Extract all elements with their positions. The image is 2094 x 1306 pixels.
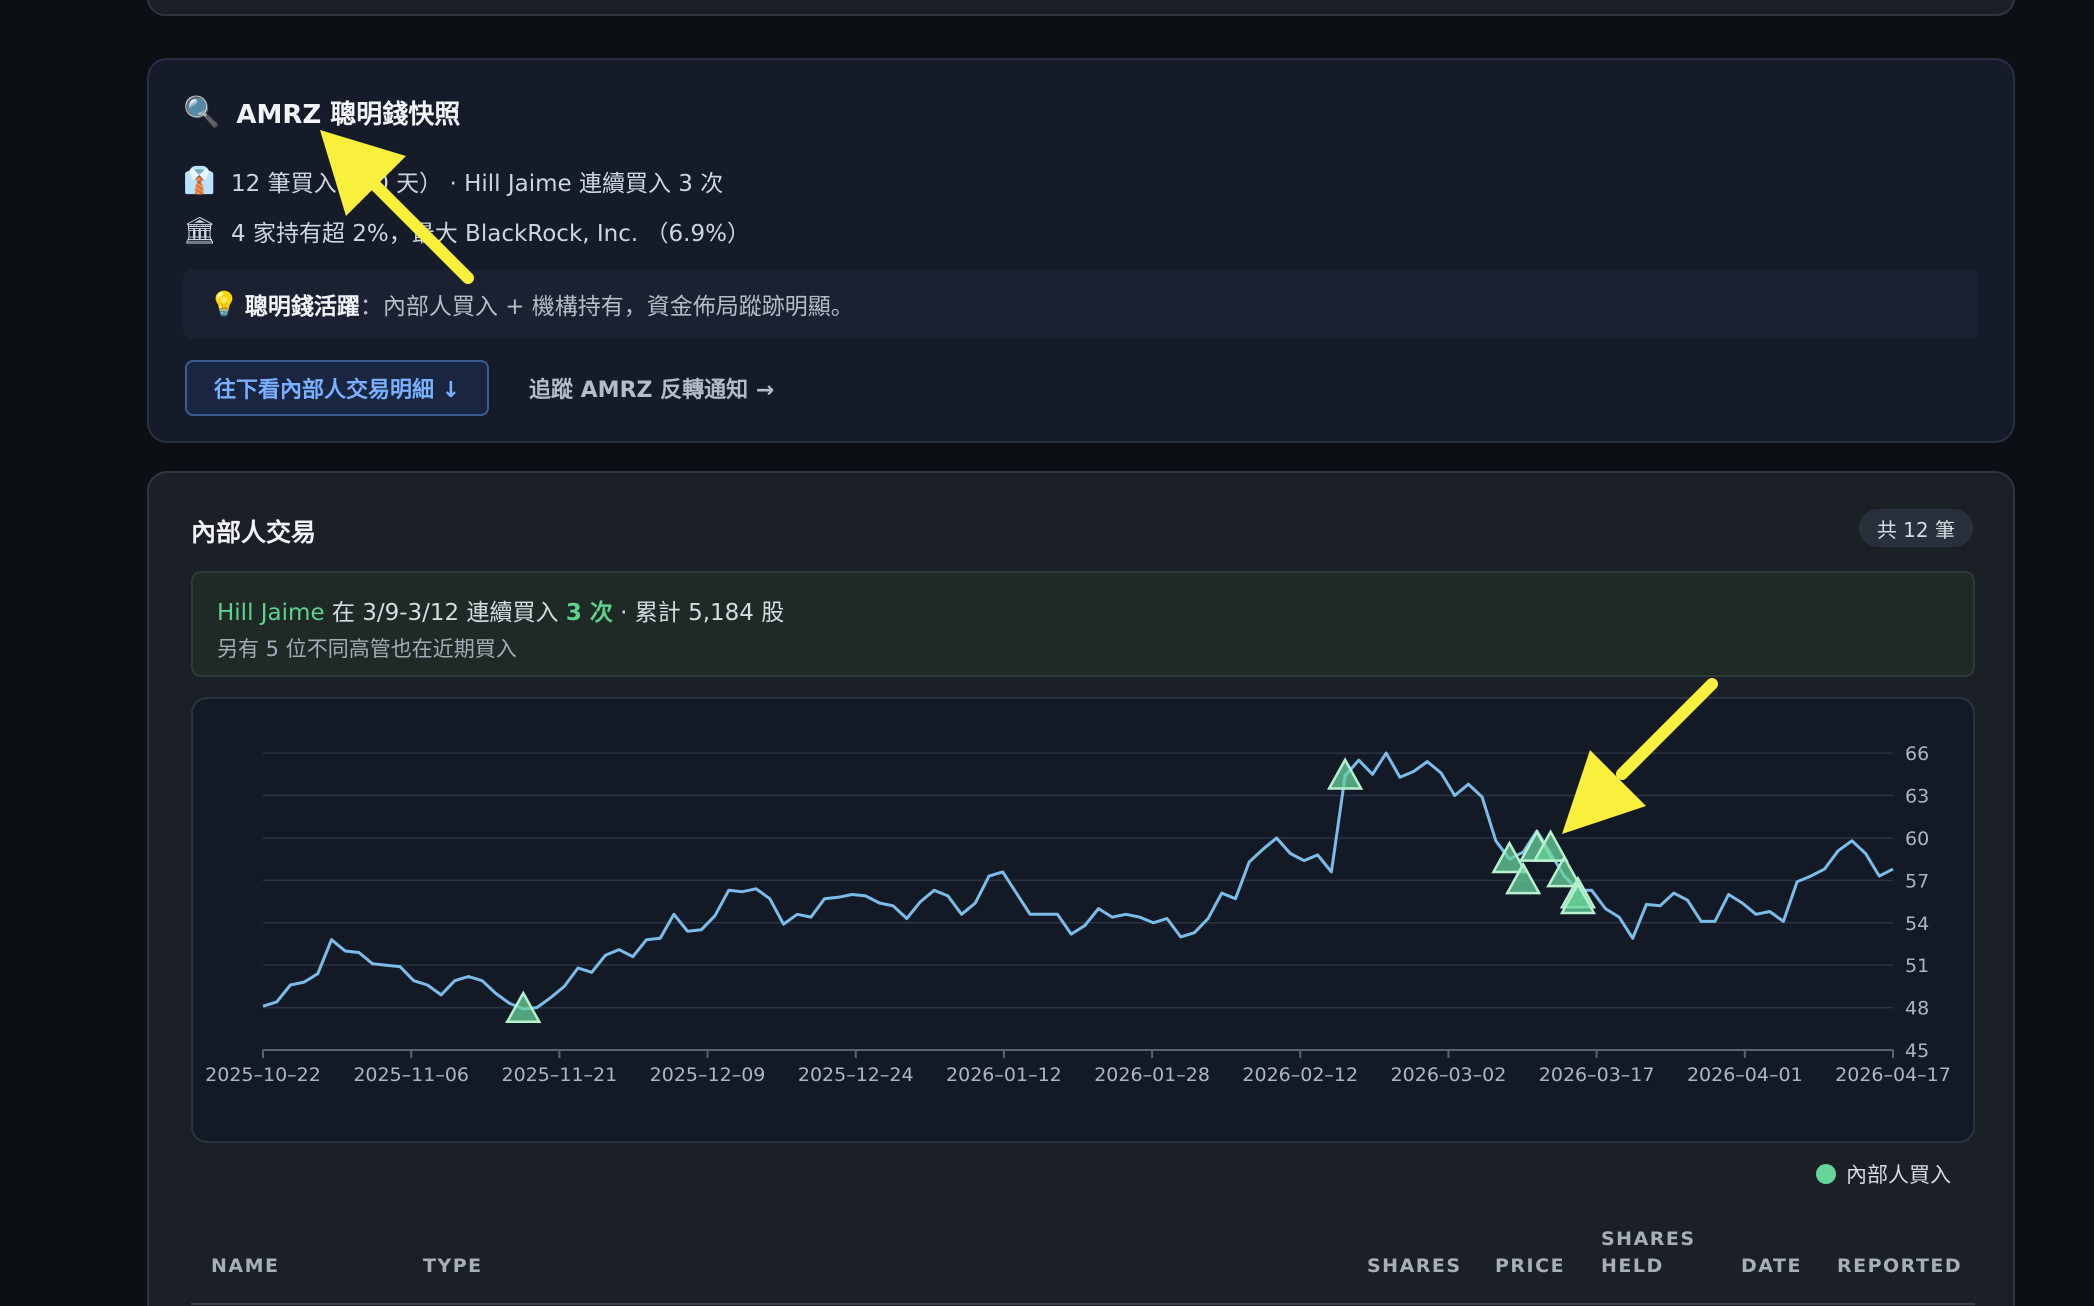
track-reversal-link[interactable]: 追蹤 AMRZ 反轉通知 →	[529, 360, 774, 416]
insider-summary-text: 12 筆買入（90 天） · Hill Jaime 連續買入 3 次	[231, 171, 724, 197]
lightbulb-icon: 💡	[209, 290, 239, 318]
insider-summary-line: 👔 12 筆買入（90 天） · Hill Jaime 連續買入 3 次	[183, 164, 723, 198]
trade-count-badge: 共 12 筆	[1858, 509, 1973, 547]
x-tick-label: 2025–12–24	[798, 1064, 914, 1086]
x-tick-label: 2026–03–17	[1539, 1064, 1655, 1086]
y-tick-label: 51	[1905, 955, 1929, 977]
institution-summary-line: 🏛 4 家持有超 2%，最大 BlackRock, Inc. （6.9%）	[183, 214, 750, 248]
streak-period-text: 在 3/9-3/12 連續買入	[324, 600, 566, 626]
x-tick-label: 2025–11–21	[502, 1064, 618, 1086]
y-tick-label: 63	[1905, 786, 1929, 808]
x-tick-label: 2026–02–12	[1242, 1064, 1358, 1086]
x-tick-label: 2025–12–09	[650, 1064, 766, 1086]
streak-count: 3 次	[565, 600, 613, 626]
snapshot-title-text: AMRZ 聰明錢快照	[236, 100, 461, 130]
column-header-date[interactable]: DATE	[1741, 1253, 1802, 1280]
x-tick-label: 2026–03–02	[1391, 1064, 1507, 1086]
column-header-price[interactable]: PRICE	[1495, 1253, 1565, 1280]
magnifier-icon: 🔍	[183, 95, 221, 130]
legend-label: 內部人買入	[1846, 1163, 1951, 1187]
y-tick-label: 60	[1905, 828, 1929, 850]
column-header-reported[interactable]: REPORTED	[1837, 1253, 1962, 1280]
trades-table-header: NAME TYPE SHARES PRICE SHARES HELD DATE …	[191, 1213, 1975, 1305]
streak-insider-name: Hill Jaime	[217, 600, 325, 626]
x-tick-label: 2026–04–17	[1835, 1064, 1951, 1086]
column-header-type[interactable]: TYPE	[423, 1253, 483, 1280]
smart-money-hint: 💡 聰明錢活躍 ：內部人買入 + 機構持有，資金佈局蹤跡明顯。	[183, 269, 1979, 339]
chart-legend: 內部人買入	[1816, 1159, 1951, 1189]
x-tick-label: 2026–01–12	[946, 1064, 1062, 1086]
institution-summary-text: 4 家持有超 2%，最大 BlackRock, Inc. （6.9%）	[231, 221, 750, 247]
streak-summary: Hill Jaime 在 3/9-3/12 連續買入 3 次 · 累計 5,18…	[217, 593, 784, 627]
snapshot-title: 🔍 AMRZ 聰明錢快照	[183, 94, 460, 131]
insider-buy-legend-dot	[1816, 1164, 1836, 1184]
hint-label: 聰明錢活躍	[244, 294, 360, 320]
buy-streak-callout: Hill Jaime 在 3/9-3/12 連續買入 3 次 · 累計 5,18…	[191, 571, 1975, 677]
insider-section-title: 內部人交易	[191, 518, 317, 547]
price-chart-svg: 45 48 51 54 57 60 63 66 2025–10–22 2025–11–06 2025…	[205, 743, 1951, 1086]
y-tick-label: 54	[1905, 913, 1929, 935]
y-tick-label: 48	[1905, 998, 1929, 1020]
y-tick-label: 45	[1905, 1040, 1929, 1062]
view-insider-details-button[interactable]: 往下看內部人交易明細 ↓	[185, 360, 489, 416]
streak-total-shares: · 累計 5,184 股	[612, 600, 785, 626]
bank-building-icon: 🏛	[183, 216, 217, 246]
suit-icon: 👔	[183, 166, 216, 196]
x-tick-label: 2025–11–06	[353, 1064, 469, 1086]
x-tick-label: 2026–01–28	[1094, 1064, 1210, 1086]
x-tick-label: 2025–10–22	[205, 1064, 321, 1086]
price-chart: 45 48 51 54 57 60 63 66 2025–10–22 2025–11–06 2025…	[191, 697, 1975, 1143]
column-header-name[interactable]: NAME	[211, 1253, 280, 1280]
y-tick-label: 57	[1905, 870, 1929, 892]
y-tick-label: 66	[1905, 743, 1929, 765]
previous-card-edge	[147, 0, 2015, 16]
streak-other-executives: 另有 5 位不同高管也在近期買入	[217, 637, 517, 661]
column-header-shares-held[interactable]: SHARES HELD	[1601, 1226, 1701, 1280]
smart-money-snapshot-card: 🔍 AMRZ 聰明錢快照 👔 12 筆買入（90 天） · Hill Jaime…	[147, 58, 2015, 443]
x-tick-label: 2026–04–01	[1687, 1064, 1803, 1086]
hint-text: ：內部人買入 + 機構持有，資金佈局蹤跡明顯。	[359, 294, 854, 320]
insider-trading-card: 內部人交易 共 12 筆 Hill Jaime 在 3/9-3/12 連續買入 …	[147, 471, 2015, 1306]
column-header-shares[interactable]: SHARES	[1367, 1253, 1462, 1280]
